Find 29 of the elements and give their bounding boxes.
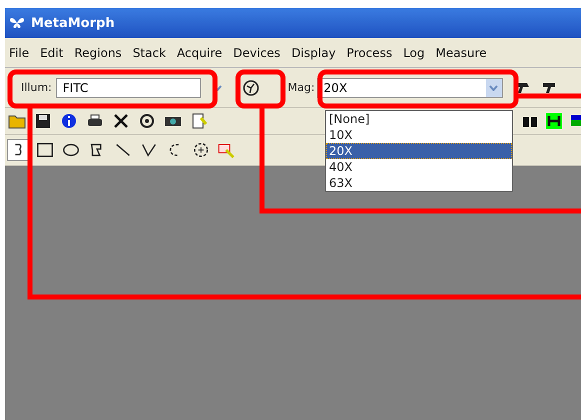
dropdown-option[interactable]: 10X xyxy=(326,127,512,143)
illum-field[interactable]: FITC xyxy=(56,78,201,98)
dropdown-option[interactable]: 40X xyxy=(326,159,512,175)
dropdown-option[interactable]: 20X xyxy=(326,143,512,159)
menu-item[interactable]: File xyxy=(9,46,30,60)
menu-item[interactable]: Display xyxy=(291,46,336,60)
close-icon[interactable] xyxy=(111,112,131,130)
menu-item[interactable]: Measure xyxy=(436,46,487,60)
menu-item[interactable]: Regions xyxy=(74,46,122,60)
mag-combo[interactable]: 20X xyxy=(316,78,503,98)
window-title: MetaMorph xyxy=(31,16,115,30)
shutter-icon[interactable] xyxy=(242,78,260,96)
menu-item[interactable]: Acquire xyxy=(176,46,222,60)
menu-item[interactable]: Stack xyxy=(132,46,166,60)
rectangle-tool-icon[interactable] xyxy=(35,140,55,160)
mag-label: Mag: xyxy=(288,81,315,94)
info-icon[interactable] xyxy=(59,112,79,130)
multi-point-tool-icon[interactable] xyxy=(191,140,211,160)
grid-icon[interactable] xyxy=(545,112,563,130)
caret-icon xyxy=(489,84,498,90)
menu-item[interactable]: Devices xyxy=(233,46,280,60)
butterfly-icon xyxy=(9,17,25,29)
menu-item[interactable]: Process xyxy=(346,46,392,60)
menu-item[interactable]: Edit xyxy=(40,46,64,60)
dropdown-option[interactable]: [None] xyxy=(326,111,512,127)
save-icon[interactable] xyxy=(33,112,53,130)
illum-label: Illum: xyxy=(21,81,52,94)
menu-item[interactable]: Log xyxy=(403,46,425,60)
dropdown-option[interactable]: 63X xyxy=(326,175,512,191)
